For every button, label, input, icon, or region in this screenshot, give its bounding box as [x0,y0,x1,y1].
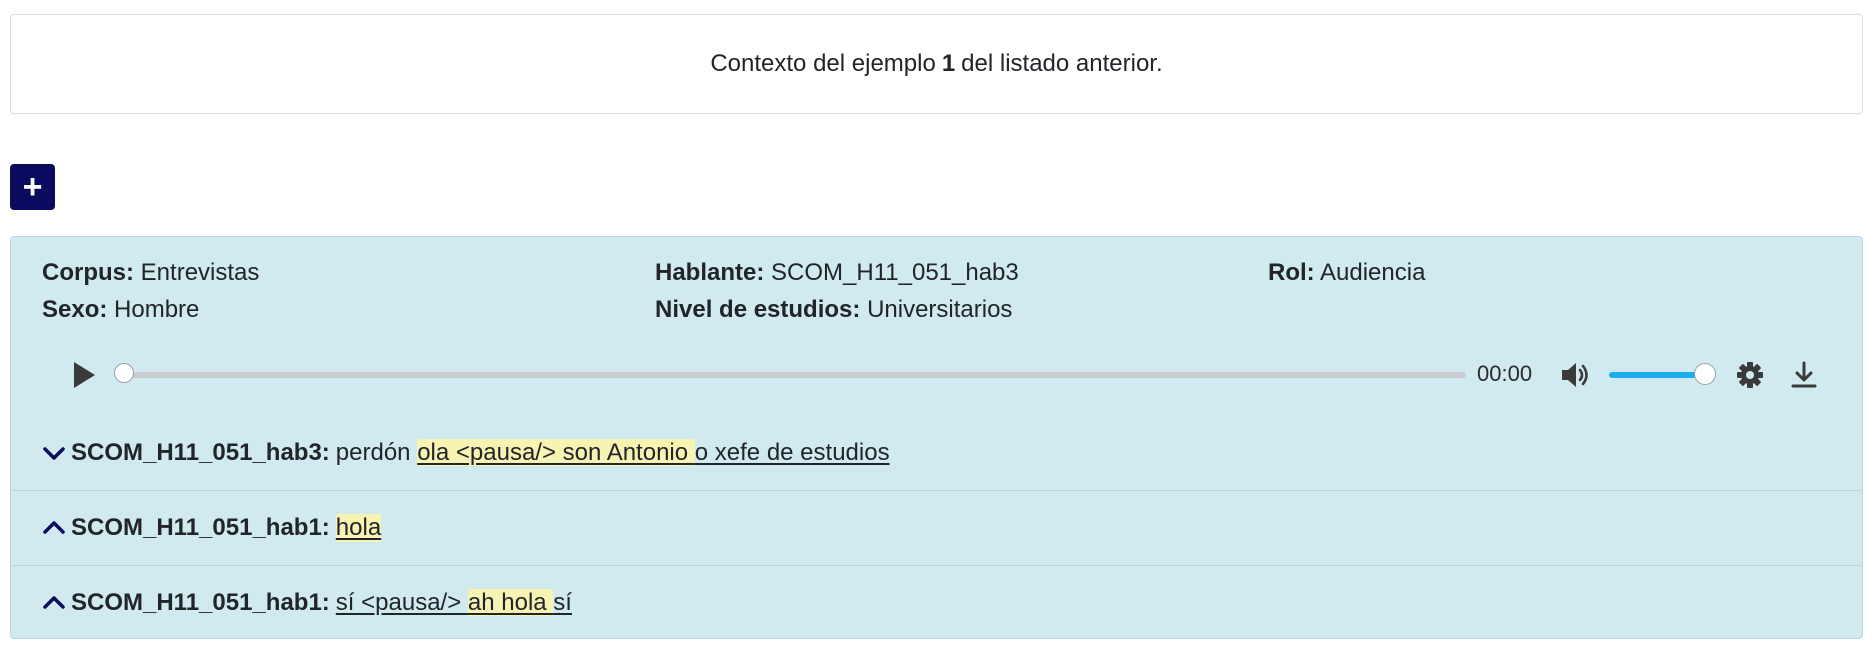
utterance-highlight[interactable]: ola <pausa/> son Antonio [417,439,695,466]
context-suffix: del listado anterior. [961,50,1163,77]
time-display: 00:00 [1477,361,1533,386]
utterance-text-after[interactable]: sí [553,589,572,616]
add-button[interactable]: + [10,164,55,210]
meta-rol: Rol: Audiencia [1268,259,1425,287]
context-number: 1 [941,50,956,77]
speaker-label: SCOM_H11_051_hab1: [71,588,330,616]
meta-corpus: Corpus: Entrevistas [42,259,259,287]
speaker-label: SCOM_H11_051_hab3: [71,439,330,466]
meta-hablante-key: Hablante: [655,259,765,286]
utterance-text-after[interactable]: o xefe de estudios [695,439,890,466]
volume-icon[interactable] [1559,360,1591,390]
volume-thumb[interactable] [1694,363,1716,385]
utterance-highlight[interactable]: hola [335,513,382,542]
utterance-row: SCOM_H11_051_hab1: hola [11,490,1862,564]
utterance-row: SCOM_H11_051_hab3: perdón ola <pausa/> s… [11,416,1862,490]
context-prefix: Contexto del ejemplo [710,50,936,77]
meta-rol-value: Audiencia [1320,259,1426,286]
utterance-row: SCOM_H11_051_hab1: sí <pausa/> ah hola s… [11,565,1862,639]
meta-sexo-key: Sexo: [42,296,108,323]
utterance-highlight[interactable]: ah hola [467,588,554,616]
meta-corpus-key: Corpus: [42,259,134,286]
meta-nivel-key: Nivel de estudios: [655,296,861,323]
meta-nivel-value: Universitarios [867,296,1013,323]
meta-rol-key: Rol: [1268,259,1315,286]
audio-player: 00:00 [11,345,1862,405]
progress-bar[interactable] [123,372,1466,378]
chevron-up-icon[interactable] [41,590,67,616]
utterance-text-before: perdón [335,439,411,466]
meta-sexo: Sexo: Hombre [42,296,199,324]
chevron-down-icon[interactable] [41,440,67,466]
speaker-label: SCOM_H11_051_hab1: [71,513,330,541]
play-icon[interactable] [68,360,98,390]
download-icon[interactable] [1789,360,1819,390]
meta-hablante-value: SCOM_H11_051_hab3 [771,259,1019,286]
chevron-up-icon[interactable] [41,515,67,541]
meta-nivel: Nivel de estudios: Universitarios [655,296,1012,324]
example-panel: Corpus: Entrevistas Hablante: SCOM_H11_0… [10,236,1863,639]
meta-hablante: Hablante: SCOM_H11_051_hab3 [655,259,1019,287]
utterance-text-before[interactable]: sí <pausa/> [336,589,468,616]
meta-corpus-value: Entrevistas [140,259,260,286]
context-banner: Contexto del ejemplo 1 del listado anter… [10,14,1863,114]
gear-icon[interactable] [1735,360,1765,390]
meta-sexo-value: Hombre [114,296,200,323]
progress-thumb[interactable] [114,363,134,383]
utterance-text[interactable]: sí <pausa/> ah hola sí [336,588,572,617]
utterance-text[interactable]: perdón ola <pausa/> son Antonio o xefe d… [336,439,890,467]
